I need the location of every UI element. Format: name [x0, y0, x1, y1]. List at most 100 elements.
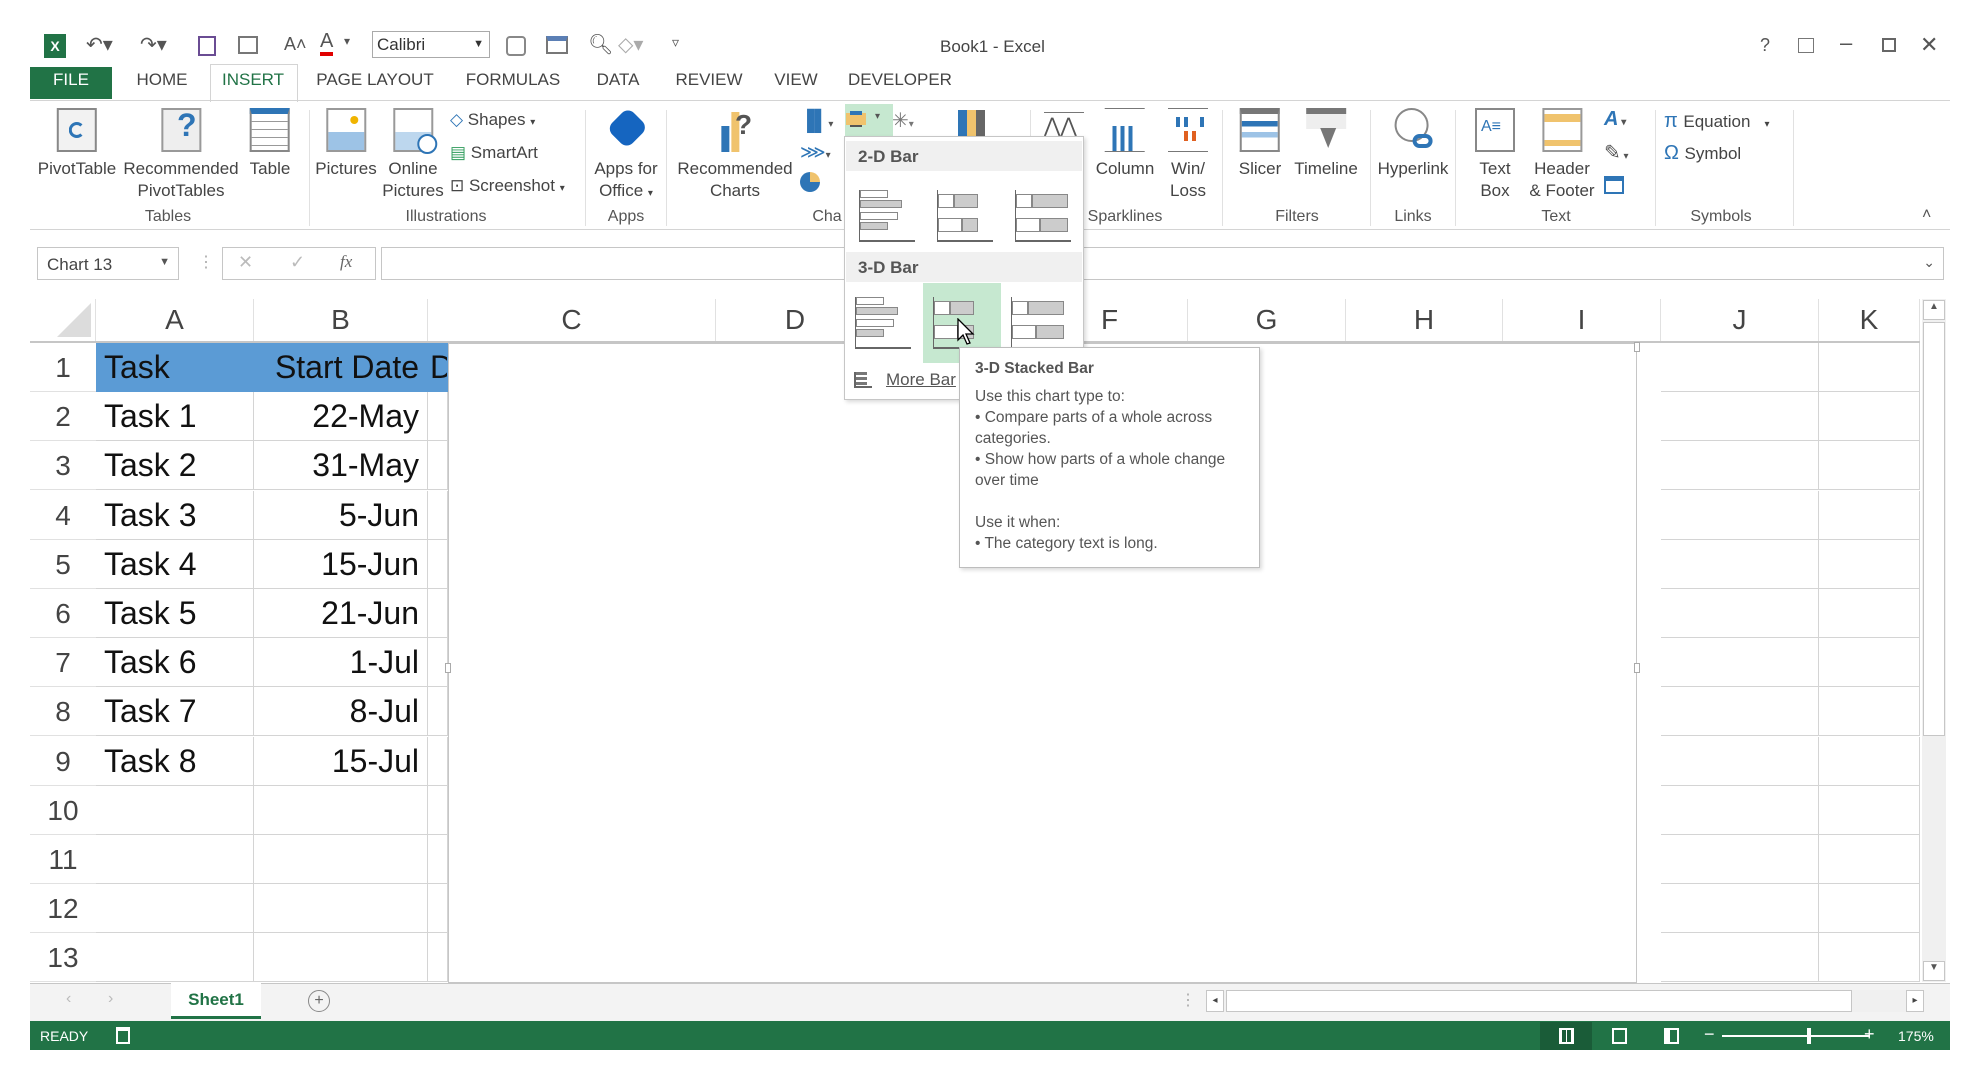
zoom-in-icon[interactable]: +: [1864, 1024, 1875, 1045]
cell-b7[interactable]: 1-Jul: [254, 638, 428, 687]
cell-b9[interactable]: 15-Jul: [254, 737, 428, 786]
cell-b6[interactable]: 21-Jun: [254, 589, 428, 638]
column-header-h[interactable]: H: [1346, 299, 1503, 341]
cell-j3[interactable]: [1661, 441, 1819, 490]
save-icon[interactable]: [198, 36, 216, 56]
tab-insert[interactable]: INSERT: [222, 70, 284, 90]
pictures-button[interactable]: Pictures: [315, 108, 377, 180]
slicer-button[interactable]: Slicer: [1239, 108, 1281, 180]
text-box-button[interactable]: A≡ Text Box: [1475, 108, 1515, 202]
wordart-icon[interactable]: A ▾: [1604, 108, 1626, 131]
cell-j13[interactable]: [1661, 933, 1819, 982]
cell-b13[interactable]: [254, 933, 428, 982]
macro-record-icon[interactable]: [116, 1027, 130, 1044]
font-color-dropdown-icon[interactable]: ▾: [344, 34, 350, 48]
cell-c12[interactable]: [428, 884, 448, 933]
insert-function-icon[interactable]: fx: [340, 252, 352, 272]
scroll-down-icon[interactable]: ▼: [1923, 961, 1945, 981]
shapes-button[interactable]: ◇ Shapes ▾: [450, 110, 535, 130]
print-preview-icon[interactable]: 🔍︎: [588, 32, 613, 57]
sparkline-winloss-button[interactable]: Win/ Loss: [1168, 108, 1208, 202]
ribbon-display-options-icon[interactable]: [1798, 38, 1814, 53]
cell-a6[interactable]: Task 5: [96, 589, 254, 638]
radar-chart-icon[interactable]: ✳▾: [892, 108, 914, 133]
cancel-icon[interactable]: ✕: [238, 252, 253, 273]
cell-c3[interactable]: [428, 441, 448, 490]
gallery-clustered-bar[interactable]: [849, 176, 921, 248]
cell-a3[interactable]: Task 2: [96, 441, 254, 490]
cell-a5[interactable]: Task 4: [96, 540, 254, 589]
tab-data[interactable]: DATA: [597, 70, 640, 90]
cell-k10[interactable]: [1819, 786, 1920, 835]
column-header-g[interactable]: G: [1188, 299, 1346, 341]
row-header-12[interactable]: 12: [30, 884, 96, 933]
column-header-b[interactable]: B: [254, 299, 428, 341]
help-icon[interactable]: ?: [1760, 35, 1770, 56]
cell-c4[interactable]: [428, 491, 448, 540]
row-header-2[interactable]: 2: [30, 392, 96, 441]
scatter-chart-icon[interactable]: ⋙▾: [800, 142, 831, 163]
column-header-c[interactable]: C: [428, 299, 716, 341]
column-header-k[interactable]: K: [1819, 299, 1920, 341]
tab-review[interactable]: REVIEW: [675, 70, 742, 90]
cell-k11[interactable]: [1819, 835, 1920, 884]
row-header-7[interactable]: 7: [30, 638, 96, 687]
enter-icon[interactable]: ✓: [290, 252, 305, 273]
cell-c11[interactable]: [428, 835, 448, 884]
recommended-charts-button[interactable]: ? Recommended Charts: [677, 108, 792, 202]
tab-file-label[interactable]: FILE: [53, 70, 89, 90]
cell-c2[interactable]: [428, 392, 448, 441]
minimize-icon[interactable]: –: [1840, 30, 1852, 56]
cell-a4[interactable]: Task 3: [96, 491, 254, 540]
tab-split-handle[interactable]: ⋮: [1180, 990, 1196, 1010]
redo-icon[interactable]: ↷▾: [140, 32, 167, 57]
sheet-next-icon[interactable]: ›: [108, 990, 113, 1008]
cell-c1[interactable]: D: [428, 343, 448, 392]
cell-j11[interactable]: [1661, 835, 1819, 884]
smartart-button[interactable]: ▤ SmartArt: [450, 143, 538, 163]
cell-j12[interactable]: [1661, 884, 1819, 933]
hyperlink-button[interactable]: Hyperlink: [1378, 108, 1448, 180]
scroll-left-icon[interactable]: ◂: [1206, 990, 1224, 1012]
row-header-9[interactable]: 9: [30, 737, 96, 786]
cell-k2[interactable]: [1819, 392, 1920, 441]
cell-k8[interactable]: [1819, 687, 1920, 736]
row-header-4[interactable]: 4: [30, 491, 96, 540]
zoom-slider-thumb[interactable]: [1807, 1028, 1811, 1044]
row-header-3[interactable]: 3: [30, 441, 96, 490]
row-header-6[interactable]: 6: [30, 589, 96, 638]
cell-a12[interactable]: [96, 884, 254, 933]
sparkline-column-button[interactable]: Column: [1096, 108, 1154, 180]
sheet-prev-icon[interactable]: ‹: [66, 990, 71, 1008]
close-icon[interactable]: ✕: [1920, 32, 1938, 58]
font-color-icon[interactable]: A: [320, 30, 334, 56]
cell-j1[interactable]: [1661, 343, 1819, 392]
scroll-thumb[interactable]: [1226, 990, 1852, 1012]
recommended-pivottables-button[interactable]: ? Recommended PivotTables: [123, 108, 239, 202]
object-icon[interactable]: [1604, 176, 1624, 194]
cell-k4[interactable]: [1819, 491, 1920, 540]
tab-view[interactable]: VIEW: [774, 70, 817, 90]
cell-c8[interactable]: [428, 687, 448, 736]
page-break-view-icon[interactable]: [1664, 1028, 1679, 1044]
row-header-13[interactable]: 13: [30, 933, 96, 982]
cell-k9[interactable]: [1819, 737, 1920, 786]
undo-icon[interactable]: ↶▾: [86, 32, 113, 57]
cell-b2[interactable]: 22-May: [254, 392, 428, 441]
cell-k5[interactable]: [1819, 540, 1920, 589]
cell-j2[interactable]: [1661, 392, 1819, 441]
table-button[interactable]: Table: [250, 108, 290, 180]
sheet-tab-sheet1[interactable]: Sheet1: [171, 983, 261, 1019]
tab-formulas[interactable]: FORMULAS: [466, 70, 560, 90]
row-header-8[interactable]: 8: [30, 687, 96, 736]
cell-k1[interactable]: [1819, 343, 1920, 392]
zoom-slider[interactable]: [1722, 1028, 1870, 1044]
cell-c13[interactable]: [428, 933, 448, 982]
cell-c6[interactable]: [428, 589, 448, 638]
online-pictures-button[interactable]: Online Pictures: [382, 108, 444, 202]
cell-k12[interactable]: [1819, 884, 1920, 933]
cell-b10[interactable]: [254, 786, 428, 835]
cell-j9[interactable]: [1661, 737, 1819, 786]
zoom-out-icon[interactable]: −: [1704, 1024, 1715, 1045]
name-box[interactable]: Chart 13 ▼: [37, 247, 179, 280]
